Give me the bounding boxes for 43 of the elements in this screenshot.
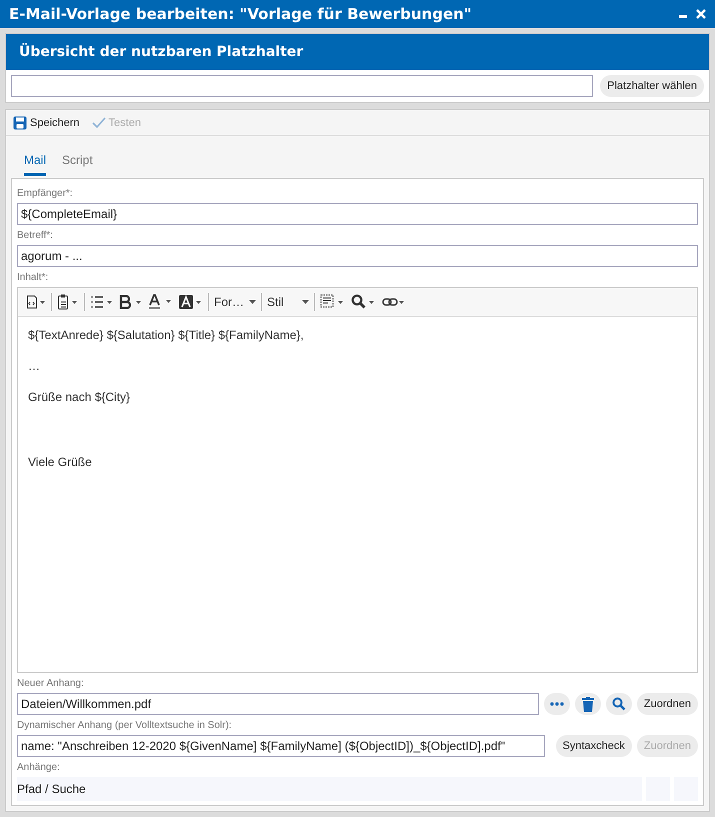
choose-placeholder-button[interactable]: Platzhalter wählen xyxy=(600,75,704,97)
field-label: Inhalt*: xyxy=(17,272,50,283)
tab[interactable]: Script xyxy=(62,148,93,176)
search-icon xyxy=(612,697,626,711)
assign-button[interactable]: Zuordnen xyxy=(636,693,698,715)
save-button[interactable]: Speichern xyxy=(10,116,83,130)
clipboard-icon xyxy=(57,294,79,310)
highlight-icon xyxy=(179,294,203,310)
floppy-icon xyxy=(13,116,27,130)
more-button[interactable] xyxy=(544,693,570,715)
delete-button[interactable] xyxy=(574,693,601,715)
body-paragraph: Viele Grüße xyxy=(28,454,93,469)
body-paragraph: … xyxy=(28,359,41,373)
style-dropdown[interactable]: Stil xyxy=(265,291,311,313)
field-label: Betreff*: xyxy=(17,230,54,241)
search-icon xyxy=(351,294,377,310)
checkmark-icon xyxy=(92,116,106,128)
field-label: Dynamischer Anhang (per Volltextsuche in Solr): xyxy=(17,720,233,731)
trash-icon xyxy=(582,696,594,712)
field-label: Neuer Anhang: xyxy=(17,678,85,689)
field-label: Anhänge: xyxy=(17,762,61,773)
link-icon xyxy=(382,297,406,307)
close-icon[interactable] xyxy=(696,9,706,19)
format-dropdown[interactable]: For… xyxy=(212,291,258,313)
caret-icon xyxy=(249,300,256,304)
window-title: E-Mail-Vorlage bearbeiten: "Vorlage für Bewerbungen" xyxy=(9,5,472,23)
column-header: Pfad / Suche xyxy=(17,777,642,801)
source-icon xyxy=(26,295,46,309)
recipient-field[interactable]: ${CompleteEmail} xyxy=(17,203,698,225)
field-label: Empfänger*: xyxy=(17,188,74,199)
placeholder-field[interactable] xyxy=(11,75,594,97)
body-paragraph: ${TextAnrede} ${Salutation} ${Title} ${FamilyName}, xyxy=(28,328,305,342)
more-icon xyxy=(550,702,564,706)
subject-field[interactable]: agorum - ... xyxy=(17,245,698,267)
numbered-list-icon xyxy=(90,295,114,309)
panel-title: Übersicht der nutzbaren Platzhalter xyxy=(19,44,304,60)
template-icon xyxy=(320,294,346,310)
body-paragraph: Grüße nach ${City} xyxy=(28,390,132,404)
search-button[interactable] xyxy=(606,693,632,715)
bold-icon xyxy=(119,295,143,309)
caret-icon xyxy=(302,300,309,304)
attachment-path-field[interactable]: Dateien/Willkommen.pdf xyxy=(17,693,539,715)
text-color-icon xyxy=(148,294,174,310)
